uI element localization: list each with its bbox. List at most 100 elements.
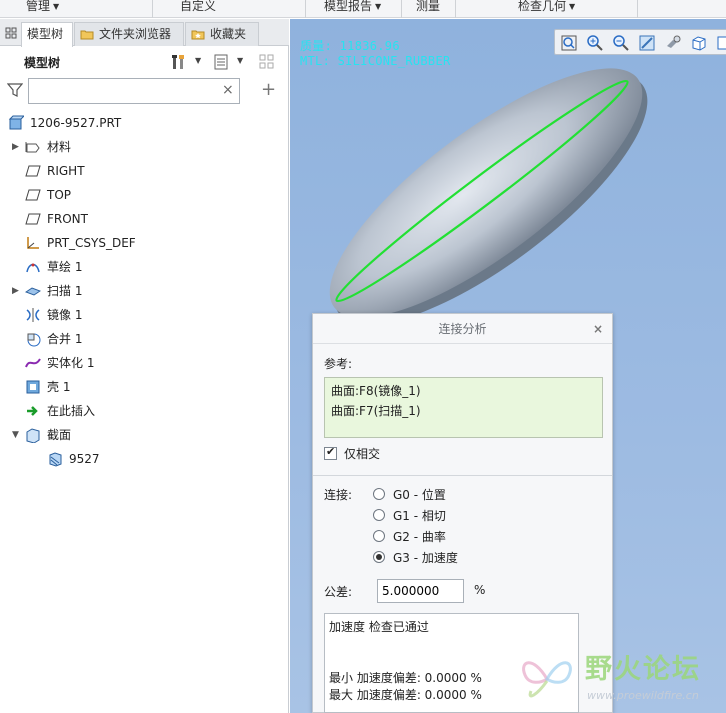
tree-node[interactable]: 实体化 1 <box>0 351 289 375</box>
section-icon <box>26 428 40 443</box>
tree-node-label: TOP <box>47 188 72 202</box>
collapse-arrow-icon[interactable]: ▼ <box>12 423 19 447</box>
merge-icon <box>27 333 41 347</box>
tree-node[interactable]: FRONT <box>0 207 289 231</box>
shell-icon <box>26 380 40 394</box>
tree-node-label: FRONT <box>47 212 88 226</box>
tab-folder-browser[interactable]: 文件夹浏览器 <box>74 22 184 46</box>
connection-label: 连接: <box>324 488 353 502</box>
show-list-icon[interactable] <box>212 53 230 71</box>
tree-node[interactable]: 在此插入 <box>0 399 289 423</box>
expand-arrow-icon[interactable]: ▶ <box>12 135 19 159</box>
close-icon[interactable]: × <box>593 322 603 336</box>
zoom-in-icon[interactable] <box>586 34 604 52</box>
tolerance-label: 公差: <box>324 585 353 599</box>
filter-icon[interactable] <box>7 82 23 98</box>
tree-node-label: PRT_CSYS_DEF <box>47 236 136 250</box>
material-icon <box>25 142 40 153</box>
result-status: 加速度 检查已通过 <box>329 620 429 634</box>
tree-node-label: 材料 <box>47 140 72 154</box>
part-icon <box>8 115 24 130</box>
radio-g3-label: G3 - 加速度 <box>393 551 458 565</box>
menu-customize[interactable]: 自定义 <box>180 0 216 15</box>
tolerance-input[interactable] <box>377 579 464 603</box>
view-manager-icon[interactable] <box>716 34 726 52</box>
menu-inspect-geometry[interactable]: 检查几何 ▼ <box>518 0 575 15</box>
folder-icon <box>80 30 94 40</box>
tab-model-tree-label: 模型树 <box>27 27 64 41</box>
radio-g1-label: G1 - 相切 <box>393 509 446 523</box>
reference-item[interactable]: 曲面:F8(镜像_1) <box>331 381 596 401</box>
tree-node[interactable]: 9527 <box>0 447 289 471</box>
sweep-icon <box>25 287 41 296</box>
tree-node-label: 9527 <box>69 452 100 466</box>
settings-tools-icon[interactable] <box>170 53 188 71</box>
sketch-icon <box>26 263 40 273</box>
radio-button[interactable] <box>373 488 385 500</box>
refit-icon[interactable] <box>560 34 578 52</box>
forum-watermark: 野火论坛 www.proewildfire.cn <box>515 645 726 713</box>
tree-node[interactable]: 草绘 1 <box>0 255 289 279</box>
tree-node[interactable]: TOP <box>0 183 289 207</box>
menu-customize-label: 自定义 <box>180 0 217 13</box>
expand-arrow-icon[interactable]: ▶ <box>12 279 19 303</box>
tree-node[interactable]: 合并 1 <box>0 327 289 351</box>
dialog-title: 连接分析 <box>313 314 612 344</box>
tree-node-label: 合并 1 <box>47 332 83 346</box>
tree-node[interactable]: RIGHT <box>0 159 289 183</box>
tab-model-tree[interactable]: 模型树 <box>21 22 73 47</box>
section-item-icon <box>49 452 62 467</box>
tree-node-label: 壳 1 <box>47 380 71 394</box>
tab-folder-browser-label: 文件夹浏览器 <box>99 27 172 41</box>
graphics-toolbar <box>554 29 726 55</box>
favorites-icon <box>191 30 205 40</box>
csys-icon <box>27 237 39 249</box>
tree-node[interactable]: ▶ 材料 <box>0 135 289 159</box>
tree-search-input[interactable] <box>28 78 240 104</box>
menu-separator <box>401 0 402 18</box>
saved-orientations-icon[interactable] <box>690 34 708 52</box>
tree-title: 模型树 <box>24 56 61 70</box>
references-label: 参考: <box>324 357 353 371</box>
radio-button-selected[interactable] <box>373 551 385 563</box>
chevron-down-icon[interactable]: ▼ <box>237 56 243 65</box>
repaint-icon[interactable] <box>638 34 656 52</box>
only-tangent-checkbox[interactable]: ✔ <box>324 445 337 460</box>
tree-node[interactable]: PRT_CSYS_DEF <box>0 231 289 255</box>
tree-node-label: 扫描 1 <box>47 284 83 298</box>
tree-node[interactable]: ▼ 截面 <box>0 423 289 447</box>
tab-favorites[interactable]: 收藏夹 <box>185 22 259 46</box>
tree-node-label: 草绘 1 <box>47 260 83 274</box>
divider <box>313 475 612 476</box>
datum-plane-icon <box>25 165 41 177</box>
menu-measure[interactable]: 测量 <box>416 0 440 15</box>
tree-filter-grid-icon[interactable] <box>258 53 276 71</box>
butterfly-logo-icon <box>522 661 572 698</box>
tolerance-unit: % <box>474 583 486 597</box>
menu-inspect-geometry-label: 检查几何 <box>518 0 567 13</box>
add-filter-icon[interactable]: + <box>261 79 276 100</box>
reference-item[interactable]: 曲面:F7(扫描_1) <box>331 401 596 421</box>
radio-button[interactable] <box>373 530 385 542</box>
menu-separator <box>455 0 456 18</box>
tree-node-label: 镜像 1 <box>47 308 83 322</box>
menu-manage[interactable]: 管理 ▼ <box>26 0 59 15</box>
mass-value: 质量: 11836.96 <box>300 39 400 53</box>
radio-g2-label: G2 - 曲率 <box>393 530 446 544</box>
references-collector[interactable]: 曲面:F8(镜像_1) 曲面:F7(扫描_1) <box>324 377 603 438</box>
tree-node[interactable]: ▶ 扫描 1 <box>0 279 289 303</box>
tree-node[interactable]: 镜像 1 <box>0 303 289 327</box>
menu-model-report[interactable]: 模型报告 ▼ <box>324 0 381 15</box>
chevron-down-icon: ▼ <box>375 2 382 11</box>
zoom-out-icon[interactable] <box>612 34 630 52</box>
tree-node[interactable]: 壳 1 <box>0 375 289 399</box>
tree-node[interactable]: 1206-9527.PRT <box>0 111 289 135</box>
menu-separator <box>637 0 638 18</box>
panel-handle-icon[interactable] <box>5 27 17 39</box>
mass-properties-readout: 质量: 11836.96 MTL: SILICONE_RUBBER <box>300 39 451 69</box>
display-style-icon[interactable] <box>664 34 682 52</box>
tree-node-label: 实体化 1 <box>47 356 95 370</box>
chevron-down-icon[interactable]: ▼ <box>195 56 201 65</box>
clear-search-icon[interactable]: × <box>222 82 234 98</box>
radio-button[interactable] <box>373 509 385 521</box>
